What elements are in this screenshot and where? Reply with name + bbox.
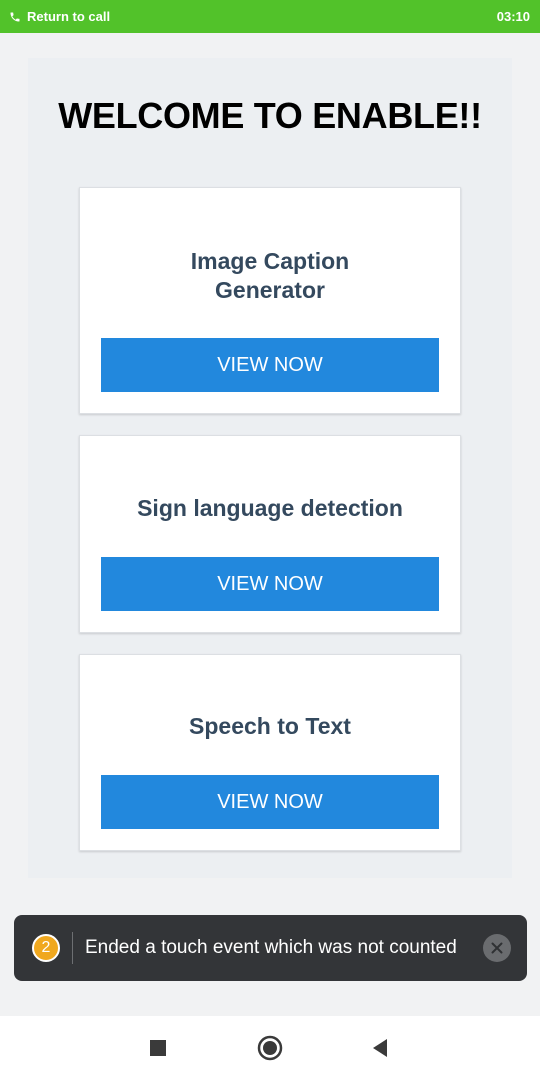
view-now-button-speech-to-text[interactable]: VIEW NOW [101,775,439,829]
home-circle-icon[interactable] [256,1034,284,1062]
return-to-call-label: Return to call [27,9,111,24]
toast-divider [72,932,73,964]
toast-message: Ended a touch event which was not counte… [85,937,457,958]
card-title: Sign language detection [137,495,403,521]
status-time: 03:10 [496,9,530,24]
recents-square-icon[interactable] [144,1034,172,1062]
return-to-call[interactable]: Return to call [9,9,110,24]
page-title: WELCOME TO ENABLE!! [58,95,482,136]
view-now-button-image-caption[interactable]: VIEW NOW [101,338,439,392]
close-icon[interactable] [483,934,511,962]
card-title: Image Caption Generator [190,248,350,303]
card-title: Speech to Text [189,713,351,739]
back-triangle-icon[interactable] [366,1034,394,1062]
card-image-caption: Image Caption Generator VIEW NOW [79,187,461,414]
status-bar: Return to call 03:10 [0,0,540,33]
phone-icon [9,11,21,23]
toast-count-badge: 2 [32,934,60,962]
navigation-bar [0,1016,540,1080]
toast-notification: 2 Ended a touch event which was not coun… [14,915,527,981]
view-now-button-sign-language[interactable]: VIEW NOW [101,557,439,611]
card-sign-language: Sign language detection VIEW NOW [79,435,461,633]
card-speech-to-text: Speech to Text VIEW NOW [79,654,461,851]
